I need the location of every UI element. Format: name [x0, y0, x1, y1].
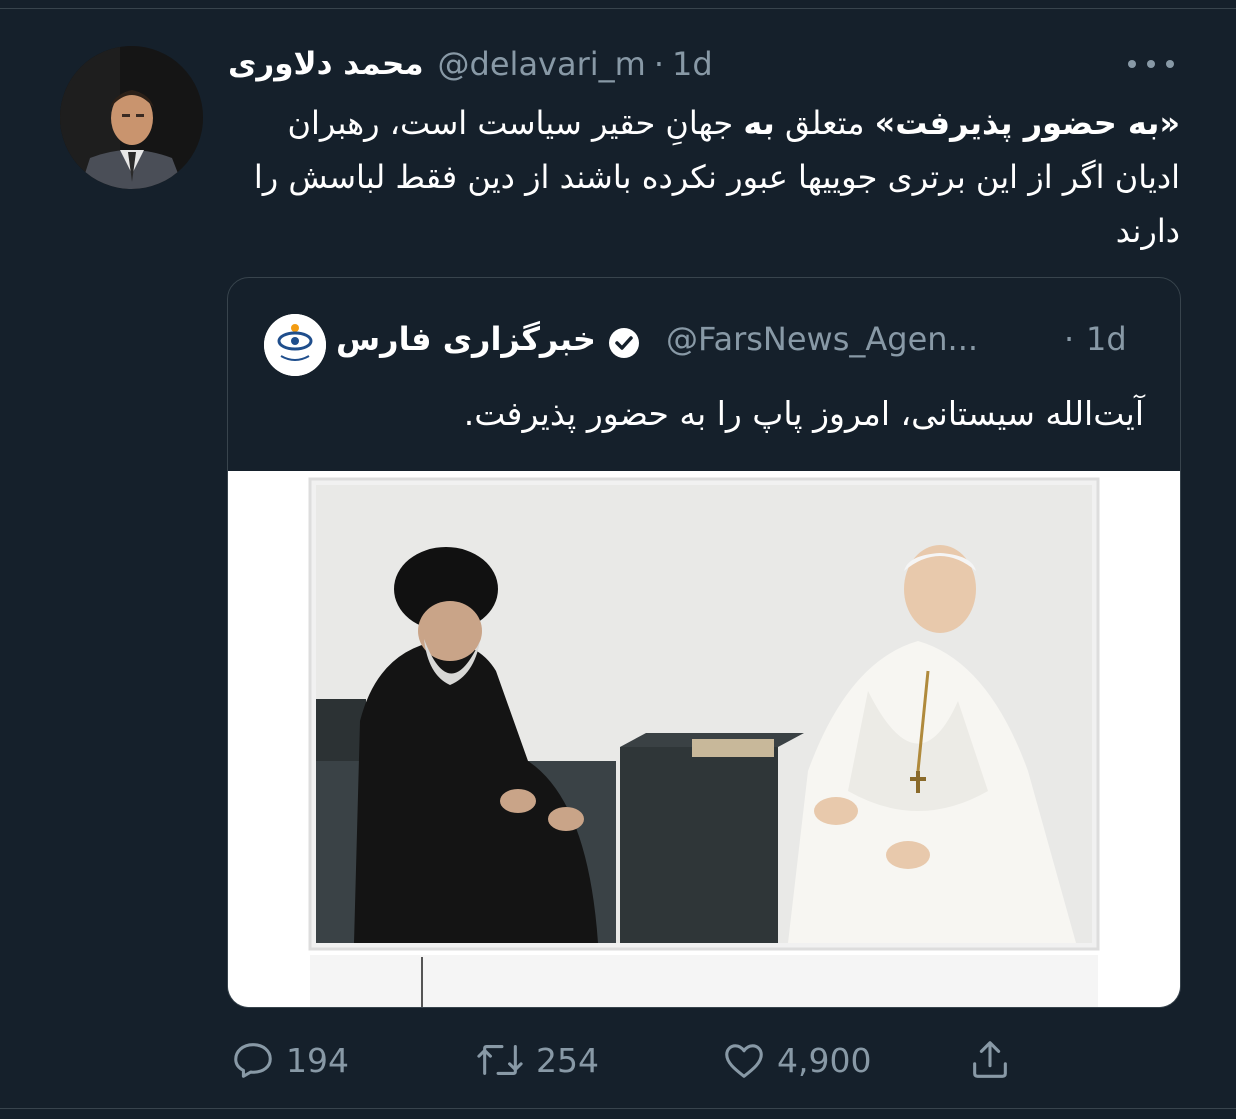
top-divider	[0, 8, 1236, 9]
author-avatar[interactable]	[60, 46, 203, 189]
quoted-display-name[interactable]: خبرگزاری فارس	[336, 320, 596, 358]
reply-button[interactable]: 194	[230, 1030, 349, 1090]
quoted-time[interactable]: 1d	[1086, 320, 1127, 358]
author-display-name[interactable]: محمد دلاوری	[228, 46, 424, 82]
quoted-tweet[interactable]: خبرگزاری فارس @FarsNews_Agen... · 1d آیت…	[227, 277, 1181, 1008]
quoted-text: آیت‌الله سیستانی، امروز پاپ را به حضور پ…	[463, 394, 1144, 433]
share-icon	[973, 1041, 1007, 1078]
quoted-separator-dot: ·	[1064, 320, 1075, 358]
quoted-author-avatar[interactable]	[264, 314, 326, 376]
share-button[interactable]	[967, 1030, 1023, 1090]
retweet-icon	[477, 1045, 523, 1075]
like-icon	[725, 1044, 763, 1078]
more-icon[interactable]	[1128, 54, 1174, 74]
tweet-time[interactable]: 1d	[672, 45, 713, 83]
bottom-divider	[0, 1108, 1236, 1109]
tweet-header: محمد دلاوری @delavari_m · 1d	[228, 40, 1178, 88]
retweet-button[interactable]: 254	[474, 1030, 599, 1090]
tweet-text-bold-quote: «به حضور پذیرفت»	[874, 104, 1180, 142]
like-count: 4,900	[777, 1040, 872, 1080]
retweet-count: 254	[536, 1040, 599, 1080]
separator-dot: ·	[653, 45, 664, 83]
reply-count: 194	[286, 1040, 349, 1080]
quoted-tweet-header: خبرگزاری فارس @FarsNews_Agen... · 1d	[228, 304, 1180, 376]
quoted-handle[interactable]: @FarsNews_Agen...	[666, 320, 978, 358]
tweet-text-mid: متعلق	[774, 104, 875, 142]
tweet-text-bold-word: به	[743, 104, 775, 142]
tweet-text: «به حضور پذیرفت» متعلق به جهانِ حقیر سیا…	[228, 96, 1180, 258]
verified-icon	[609, 328, 639, 358]
author-handle[interactable]: @delavari_m	[438, 45, 646, 83]
like-button[interactable]: 4,900	[721, 1030, 871, 1090]
quoted-media-image[interactable]	[228, 471, 1180, 1007]
tweet-actions: 194 254 4,900	[0, 1030, 1236, 1090]
reply-icon	[234, 1043, 272, 1078]
